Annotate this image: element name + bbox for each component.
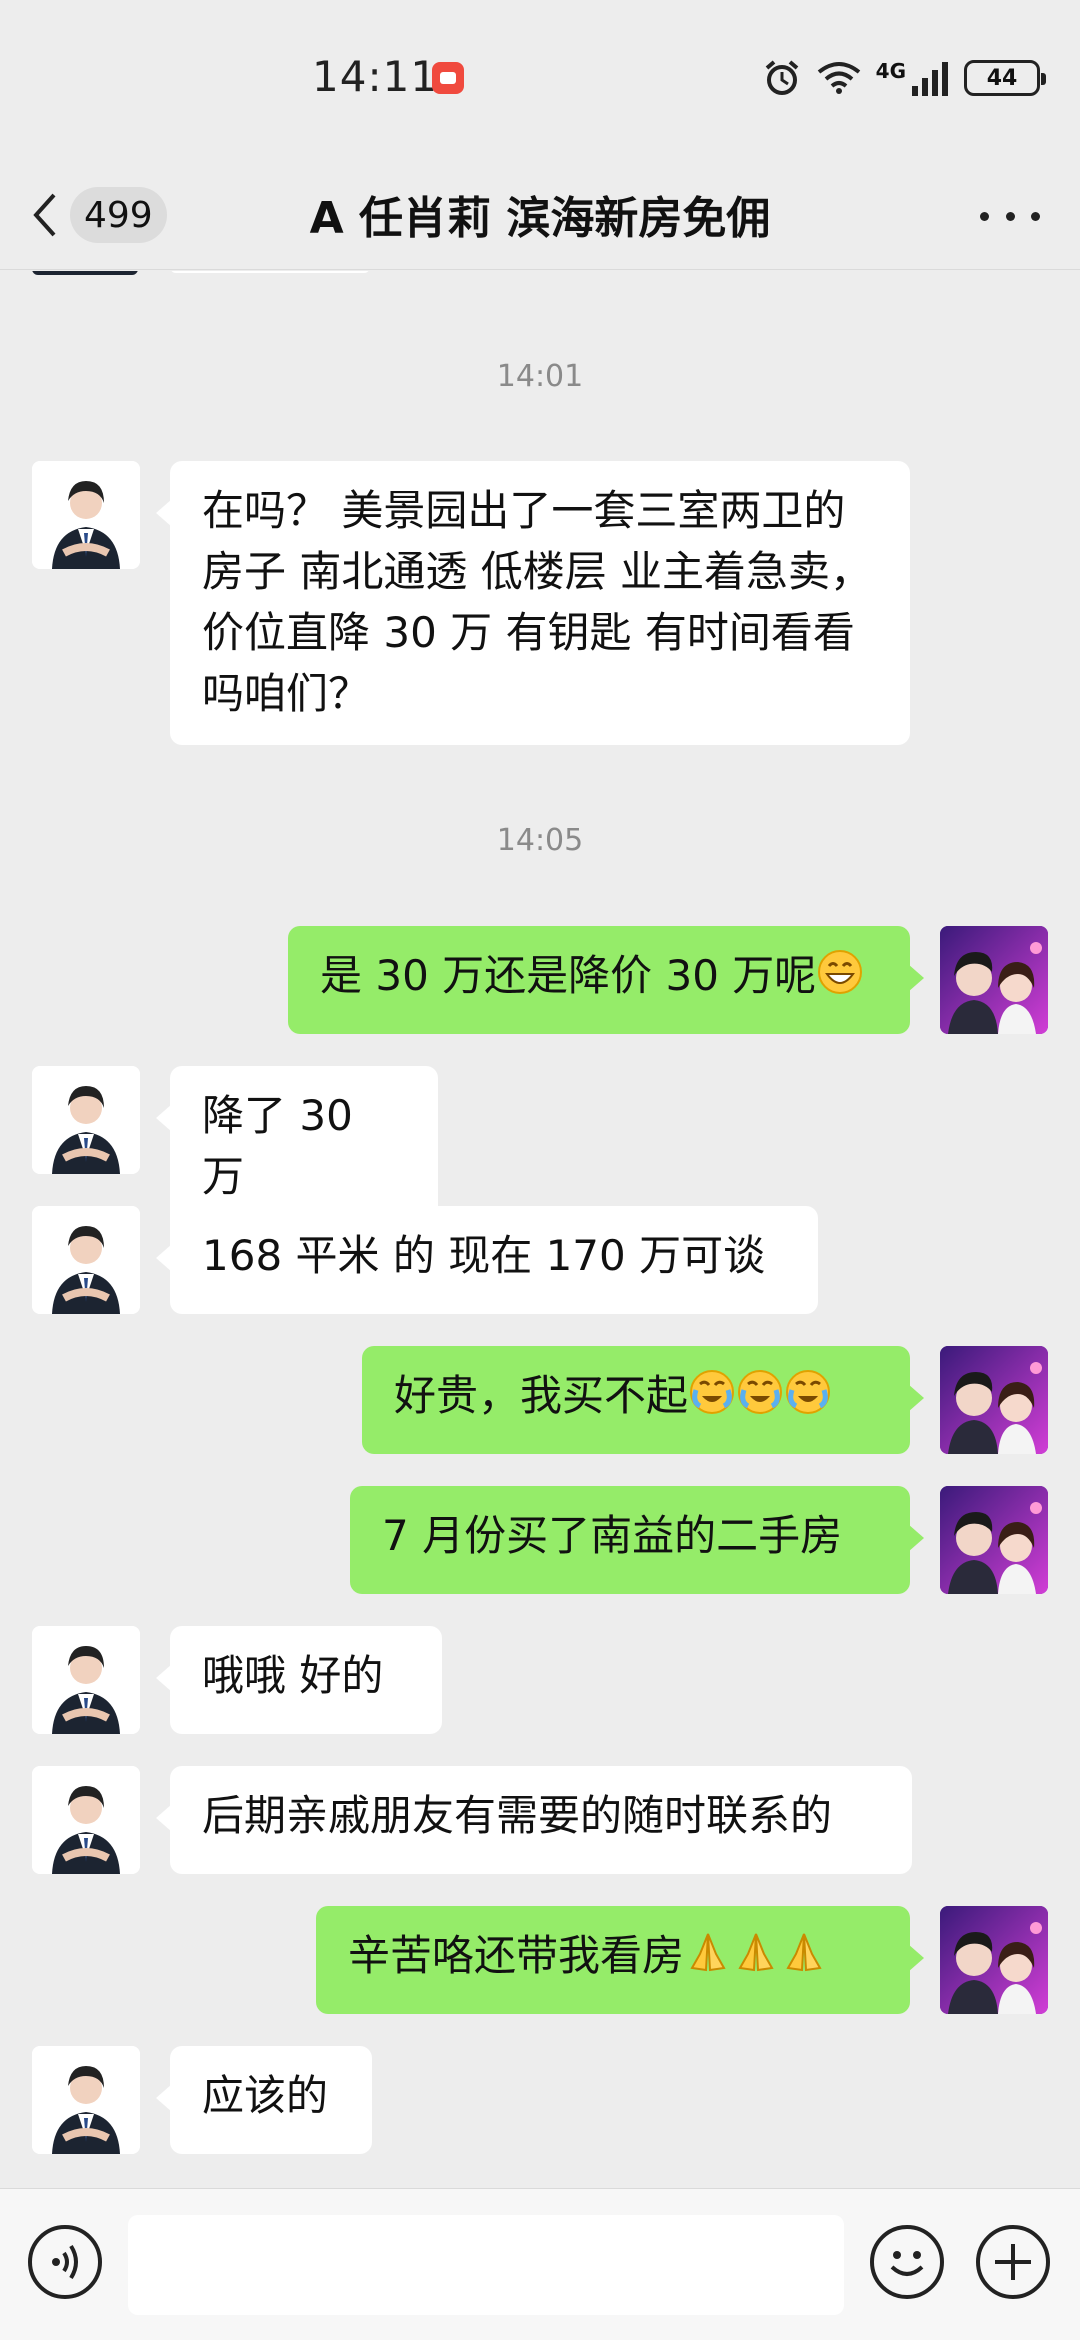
message-bubble[interactable]: 168 平米 的 现在 170 万可谈 [156,1206,818,1314]
voice-icon [52,2244,78,2280]
contact-avatar[interactable] [32,1066,140,1174]
message-bubble[interactable]: 是 30 万还是降价 30 万呢 [288,926,924,1034]
contact-avatar[interactable] [32,1626,140,1734]
message-bubble[interactable]: 在吗？ 美景园出了一套三室两卫的房子 南北通透 低楼层 业主着急卖，价位直降 3… [156,461,910,745]
contact-avatar[interactable] [32,2046,140,2154]
more-functions-button[interactable] [976,2225,1050,2299]
pray-emoji-icon [732,1931,780,1980]
message-bubble[interactable]: 好贵，我买不起 [362,1346,924,1454]
grin-emoji-icon [816,950,864,1000]
outgoing-message: 是 30 万还是降价 30 万呢 [0,926,1080,1034]
battery-icon: 44 [964,60,1046,96]
message-text: 168 平米 的 现在 170 万可谈 [202,1231,766,1280]
cry-emoji-icon [688,1370,736,1420]
my-avatar[interactable] [940,926,1048,1034]
message-text: 降了 30 万 [202,1091,353,1201]
pray-emoji-icon [684,1931,732,1980]
message-text: 好贵，我买不起 [394,1371,689,1420]
cropped-bubble [170,271,370,273]
message-text: 哦哦 好的 [202,1651,384,1700]
incoming-message: 降了 30 万 [0,1066,1080,1228]
message-input[interactable] [128,2215,844,2315]
incoming-message: 后期亲戚朋友有需要的随时联系的 [0,1766,1080,1874]
message-bubble[interactable]: 哦哦 好的 [156,1626,442,1734]
my-avatar[interactable] [940,1486,1048,1594]
message-bubble[interactable]: 后期亲戚朋友有需要的随时联系的 [156,1766,912,1874]
cry-emoji-icon [784,1370,832,1420]
status-icons: 4G 44 [762,58,1046,98]
smiley-icon [890,2251,924,2276]
cry-emoji-icon [736,1370,784,1420]
emoji-button[interactable] [870,2225,944,2299]
alarm-icon [765,60,798,95]
chat-title: A 任肖莉 滨海新房免佣 [309,193,771,244]
message-text: 是 30 万还是降价 30 万呢 [320,951,817,1000]
incoming-message: 在吗？ 美景园出了一套三室两卫的房子 南北通透 低楼层 业主着急卖，价位直降 3… [0,461,1080,745]
incoming-message: 应该的 [0,2046,1080,2154]
incoming-message: 168 平米 的 现在 170 万可谈 [0,1206,1080,1314]
message-text: 辛苦咯还带我看房 [348,1931,685,1980]
status-time: 14:11 [312,52,439,101]
outgoing-message: 7 月份买了南益的二手房 [0,1486,1080,1594]
voice-input-button[interactable] [28,2225,102,2299]
message-text: 应该的 [202,2071,329,2120]
contact-avatar[interactable] [32,461,140,569]
message-bubble[interactable]: 辛苦咯还带我看房 [316,1906,924,2014]
cropped-avatar [32,271,138,275]
my-avatar[interactable] [940,1346,1048,1454]
message-text: 后期亲戚朋友有需要的随时联系的 [202,1791,833,1840]
message-bubble[interactable]: 7 月份买了南益的二手房 [350,1486,924,1594]
wifi-icon [817,62,860,94]
message-bubble[interactable]: 应该的 [156,2046,372,2154]
incoming-message: 哦哦 好的 [0,1626,1080,1734]
message-text: 在吗？ 美景园出了一套三室两卫的房子 南北通透 低楼层 业主着急卖，价位直降 3… [202,486,873,718]
pray-emoji-icon [780,1931,828,1980]
screen-record-icon [432,62,464,94]
message-timestamp: 14:05 [496,823,584,858]
contact-avatar[interactable] [32,1206,140,1314]
outgoing-message: 好贵，我买不起 [0,1346,1080,1454]
message-text: 7 月份买了南益的二手房 [382,1511,843,1560]
outgoing-message: 辛苦咯还带我看房 [0,1906,1080,2014]
message-list[interactable]: 14:01 在吗？ 美景园出了一套三室两卫的房子 南北通透 低楼层 业主着急卖，价… [0,271,1080,2188]
my-avatar[interactable] [940,1906,1048,2014]
network-type: 4G [875,59,906,83]
signal-icon [912,62,948,96]
chat-header: 499 A 任肖莉 滨海新房免佣 [0,160,1080,270]
more-options-button[interactable] [980,196,1040,236]
battery-level: 44 [986,65,1018,91]
message-timestamp: 14:01 [496,359,584,394]
status-bar: 14:11 4G 44 [0,0,1080,160]
contact-avatar[interactable] [32,1766,140,1874]
message-bubble[interactable]: 降了 30 万 [156,1066,438,1228]
input-bar [0,2188,1080,2340]
